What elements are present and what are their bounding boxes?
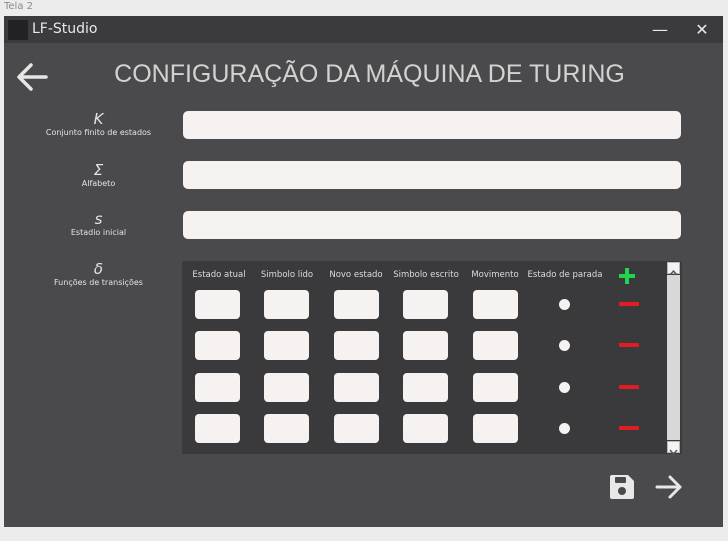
cell-simbolo-lido[interactable] <box>264 414 309 443</box>
cell-movimento[interactable] <box>473 290 518 319</box>
close-button[interactable]: ✕ <box>687 18 717 42</box>
cell-simbolo-escrito[interactable] <box>403 373 448 402</box>
table-scrollbar[interactable] <box>666 261 682 456</box>
scroll-track[interactable] <box>667 275 680 440</box>
plus-icon-vertical <box>625 268 629 284</box>
app-window: LF-Studio — ✕ CONFIGURAÇÃO DA MÁQUINA DE… <box>4 16 723 527</box>
cell-novo-estado[interactable] <box>334 290 379 319</box>
cell-simbolo-escrito[interactable] <box>403 290 448 319</box>
column-header-simbolo-escrito: Simbolo escrito <box>393 270 459 280</box>
initial-state-input[interactable] <box>183 211 681 239</box>
column-header-novo-estado: Novo estado <box>329 270 383 280</box>
scroll-up-button[interactable] <box>667 262 680 276</box>
cell-movimento[interactable] <box>473 414 518 443</box>
remove-row-button[interactable] <box>619 426 639 430</box>
outer-tab-label: Tela 2 <box>4 1 34 12</box>
window-title: LF-Studio <box>32 21 98 37</box>
cell-movimento[interactable] <box>473 331 518 360</box>
column-header-movimento: Movimento <box>471 270 519 280</box>
alphabet-description: Alfabeto <box>81 179 116 188</box>
column-header-simbolo-lido: Simbolo lido <box>260 270 314 280</box>
minimize-button[interactable]: — <box>645 18 675 42</box>
cell-novo-estado[interactable] <box>334 373 379 402</box>
cell-novo-estado[interactable] <box>334 331 379 360</box>
cell-movimento[interactable] <box>473 373 518 402</box>
title-bar: LF-Studio — ✕ <box>4 16 723 43</box>
cell-estado-atual[interactable] <box>195 331 240 360</box>
transitions-table: Estado atual Simbolo lido Novo estado Si… <box>182 261 682 456</box>
transitions-field-label: δ Funções de transições <box>36 260 161 288</box>
alphabet-symbol: Σ <box>93 161 104 179</box>
initial-state-field-label: s Estadio inicial <box>36 210 161 238</box>
transitions-symbol: δ <box>93 260 104 278</box>
halt-state-radio[interactable] <box>559 340 570 351</box>
cell-estado-atual[interactable] <box>195 373 240 402</box>
page-title: CONFIGURAÇÃO DA MÁQUINA DE TURING <box>114 60 625 88</box>
states-symbol: K <box>93 110 104 128</box>
remove-row-button[interactable] <box>619 385 639 389</box>
states-description: Conjunto finito de estados <box>45 128 152 137</box>
remove-row-button[interactable] <box>619 343 639 347</box>
cell-novo-estado[interactable] <box>334 414 379 443</box>
halt-state-radio[interactable] <box>559 299 570 310</box>
cell-estado-atual[interactable] <box>195 414 240 443</box>
scroll-down-button[interactable] <box>667 441 680 456</box>
cell-estado-atual[interactable] <box>195 290 240 319</box>
app-icon <box>8 20 28 40</box>
remove-row-button[interactable] <box>619 302 639 306</box>
arrow-right-icon[interactable] <box>654 472 684 502</box>
cell-simbolo-lido[interactable] <box>264 290 309 319</box>
states-input[interactable] <box>183 111 681 139</box>
alphabet-field-label: Σ Alfabeto <box>36 161 161 189</box>
cell-simbolo-lido[interactable] <box>264 331 309 360</box>
initial-state-description: Estadio inicial <box>70 228 127 237</box>
cell-simbolo-escrito[interactable] <box>403 331 448 360</box>
halt-state-radio[interactable] <box>559 423 570 434</box>
chevron-down-icon <box>669 449 678 456</box>
alphabet-input[interactable] <box>183 161 681 189</box>
transitions-description: Funções de transições <box>54 278 143 287</box>
add-transition-button[interactable] <box>619 268 635 284</box>
halt-state-radio[interactable] <box>559 382 570 393</box>
column-header-estado-de-parada: Estado de parada <box>527 270 603 280</box>
states-field-label: K Conjunto finito de estados <box>36 110 161 138</box>
initial-state-symbol: s <box>94 210 103 228</box>
cell-simbolo-lido[interactable] <box>264 373 309 402</box>
cell-simbolo-escrito[interactable] <box>403 414 448 443</box>
floppy-disk-icon[interactable] <box>609 474 635 500</box>
